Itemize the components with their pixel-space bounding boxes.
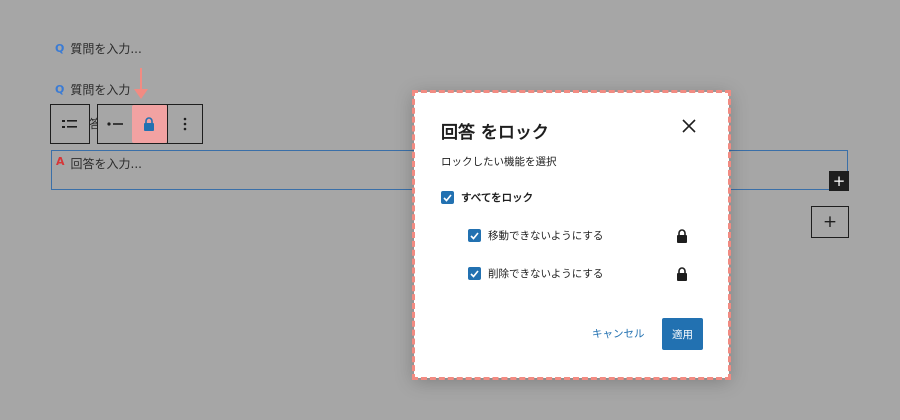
question-row-1[interactable]: Q 質問を入力... — [55, 40, 142, 57]
dialog-title: 回答 をロック — [441, 123, 549, 143]
lock-remove-option[interactable]: 削除できないようにする — [468, 266, 603, 281]
question-placeholder[interactable]: 質問を入力... — [70, 40, 141, 57]
list-icon[interactable] — [51, 105, 89, 143]
answer-marker: A — [56, 155, 65, 168]
toolbar-group-type — [50, 104, 90, 144]
lock-remove-checkbox[interactable] — [468, 267, 481, 280]
move-icon[interactable] — [98, 105, 132, 143]
answer-placeholder[interactable]: 回答を入力... — [71, 155, 142, 172]
lock-icon — [676, 228, 688, 243]
more-vertical-icon[interactable] — [166, 105, 202, 143]
lock-icon[interactable] — [132, 105, 167, 143]
lock-icon — [676, 266, 688, 281]
question-row-2[interactable]: Q 質問を入力 — [55, 81, 130, 98]
question-marker: Q — [55, 42, 65, 55]
lock-move-label: 移動できないようにする — [488, 230, 604, 242]
lock-dialog: 回答 をロック ロックしたい機能を選択 すべてをロック 移動できないようにする … — [412, 90, 731, 380]
block-toolbar — [50, 104, 203, 144]
pointer-arrow-head — [134, 89, 148, 99]
question-placeholder[interactable]: 質問を入力 — [70, 81, 130, 98]
add-block-button[interactable]: + — [811, 206, 849, 238]
inline-add-block-button[interactable]: + — [829, 171, 849, 191]
lock-all-label: すべてをロック — [461, 192, 534, 204]
lock-all-checkbox[interactable] — [441, 191, 454, 204]
lock-move-checkbox[interactable] — [468, 229, 481, 242]
close-icon[interactable] — [679, 116, 699, 136]
answer-row[interactable]: A 回答を入力... — [56, 155, 142, 172]
toolbar-group-actions — [97, 104, 203, 144]
apply-button[interactable]: 適用 — [662, 318, 703, 350]
cancel-button[interactable]: キャンセル — [592, 326, 645, 341]
lock-remove-label: 削除できないようにする — [488, 268, 604, 280]
dialog-subtitle: ロックしたい機能を選択 — [441, 156, 557, 168]
lock-all-option[interactable]: すべてをロック — [441, 190, 533, 205]
lock-move-option[interactable]: 移動できないようにする — [468, 228, 603, 243]
question-marker: Q — [55, 83, 65, 96]
